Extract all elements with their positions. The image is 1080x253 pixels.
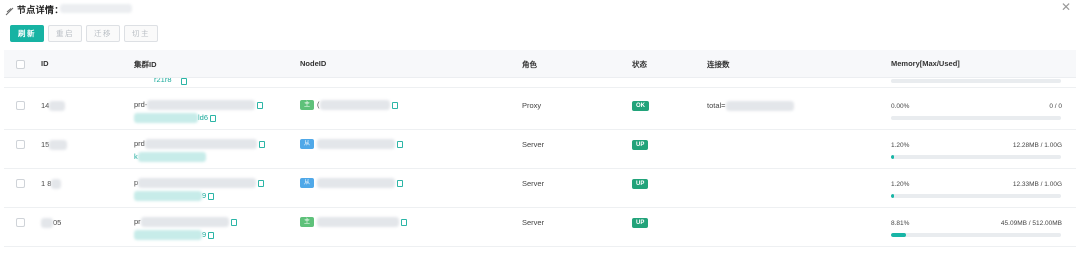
cluster-id: pr <box>134 217 237 228</box>
memory-value: 12.28MB / 1.00G <box>1012 142 1062 149</box>
row-checkbox[interactable] <box>16 218 25 227</box>
node-id: 主( <box>300 100 398 111</box>
copy-icon[interactable] <box>397 140 403 148</box>
toolbar: 刷新 重启 迁移 切主 <box>10 25 158 42</box>
memory-percent: 8.81% <box>891 220 910 227</box>
select-all-checkbox[interactable] <box>16 60 25 69</box>
copy-icon[interactable] <box>230 218 237 226</box>
copy-icon[interactable] <box>397 179 403 187</box>
table-row[interactable]: 1 8 p 9 从 Server UP 1.20% 12.33MB / 1.00… <box>4 169 1076 208</box>
header-node-id[interactable]: NodeID <box>300 59 326 68</box>
cluster-id: prd <box>134 139 265 150</box>
table-row[interactable]: 05 pr 9 主 Server UP 8.81% 45.09MB / 512.… <box>4 208 1076 247</box>
cluster-id: prd- <box>134 100 264 111</box>
copy-icon[interactable] <box>391 101 398 109</box>
status-badge: OK <box>632 100 649 111</box>
copy-icon[interactable] <box>257 101 264 109</box>
node-row-id: 1 8 <box>41 179 62 190</box>
table-row[interactable]: 15 prd k 从 Server UP 1.20% 12.28MB / 1.0… <box>4 130 1076 169</box>
restart-button[interactable]: 重启 <box>48 25 82 42</box>
cluster-id-link[interactable]: ld6 <box>134 113 217 124</box>
migrate-button[interactable]: 迁移 <box>86 25 120 42</box>
redacted-title-suffix <box>60 4 132 13</box>
memory-percent: 0.00% <box>891 103 910 110</box>
row-checkbox[interactable] <box>16 140 25 149</box>
role-value: Server <box>522 218 545 227</box>
node-id: 从 <box>300 178 403 189</box>
dialog-title-bar: 节点详情： ✕ <box>0 0 1080 20</box>
role-value: Server <box>522 140 545 149</box>
memory-bar <box>891 79 1061 83</box>
close-icon[interactable]: ✕ <box>1060 1 1072 13</box>
memory-percent: 1.20% <box>891 142 910 149</box>
header-memory[interactable]: Memory[Max/Used] <box>891 59 960 68</box>
cluster-id-link[interactable]: r21r8 <box>154 78 172 84</box>
memory-value: 0 / 0 <box>1049 103 1062 110</box>
status-badge: UP <box>632 178 649 189</box>
memory-bar <box>891 233 1061 237</box>
status-badge: UP <box>632 217 649 228</box>
memory-percent: 1.20% <box>891 181 910 188</box>
status-badge: UP <box>632 139 649 150</box>
cluster-id-link[interactable]: 9 <box>134 230 215 241</box>
header-connections[interactable]: 连接数 <box>707 59 730 70</box>
memory-value: 45.09MB / 512.00MB <box>1000 220 1062 227</box>
copy-icon[interactable] <box>179 78 187 85</box>
connections-value: total= <box>707 101 794 112</box>
copy-icon[interactable] <box>210 114 217 122</box>
table-row-partial: r21r8 <box>4 78 1076 88</box>
copy-icon[interactable] <box>258 179 265 187</box>
header-role[interactable]: 角色 <box>522 59 537 70</box>
role-value: Proxy <box>522 101 542 110</box>
node-role-tag: 从 <box>300 178 314 189</box>
table-row[interactable]: 14 prd- ld6 主( Proxy OK total= 0.00% 0 /… <box>4 91 1076 130</box>
copy-icon[interactable] <box>208 231 215 239</box>
memory-value: 12.33MB / 1.00G <box>1012 181 1062 188</box>
table-header: ID 集群ID NodeID 角色 状态 连接数 Memory[Max/Used… <box>4 50 1076 78</box>
memory-bar <box>891 116 1061 120</box>
header-status[interactable]: 状态 <box>632 59 647 70</box>
refresh-button[interactable]: 刷新 <box>10 25 44 42</box>
node-row-id: 14 <box>41 101 66 112</box>
node-id: 从 <box>300 139 403 150</box>
copy-icon[interactable] <box>258 140 265 148</box>
failover-button[interactable]: 切主 <box>124 25 158 42</box>
cluster-id-link[interactable]: 9 <box>134 191 215 202</box>
node-role-tag: 从 <box>300 139 314 150</box>
row-checkbox[interactable] <box>16 101 25 110</box>
cluster-id: p <box>134 178 265 189</box>
node-row-id: 15 <box>41 140 68 151</box>
header-cluster-id[interactable]: 集群ID <box>134 59 157 70</box>
node-row-id: 05 <box>41 218 61 229</box>
role-value: Server <box>522 179 545 188</box>
row-checkbox[interactable] <box>16 179 25 188</box>
feather-icon <box>5 3 15 16</box>
dialog-title: 节点详情： <box>17 5 64 15</box>
node-id: 主 <box>300 217 407 228</box>
cluster-id-link[interactable]: k <box>134 152 206 163</box>
node-role-tag: 主 <box>300 100 314 111</box>
copy-icon[interactable] <box>208 192 215 200</box>
copy-icon[interactable] <box>401 218 407 226</box>
memory-bar <box>891 155 1061 159</box>
node-role-tag: 主 <box>300 217 314 228</box>
header-id[interactable]: ID <box>41 59 49 68</box>
memory-bar <box>891 194 1061 198</box>
